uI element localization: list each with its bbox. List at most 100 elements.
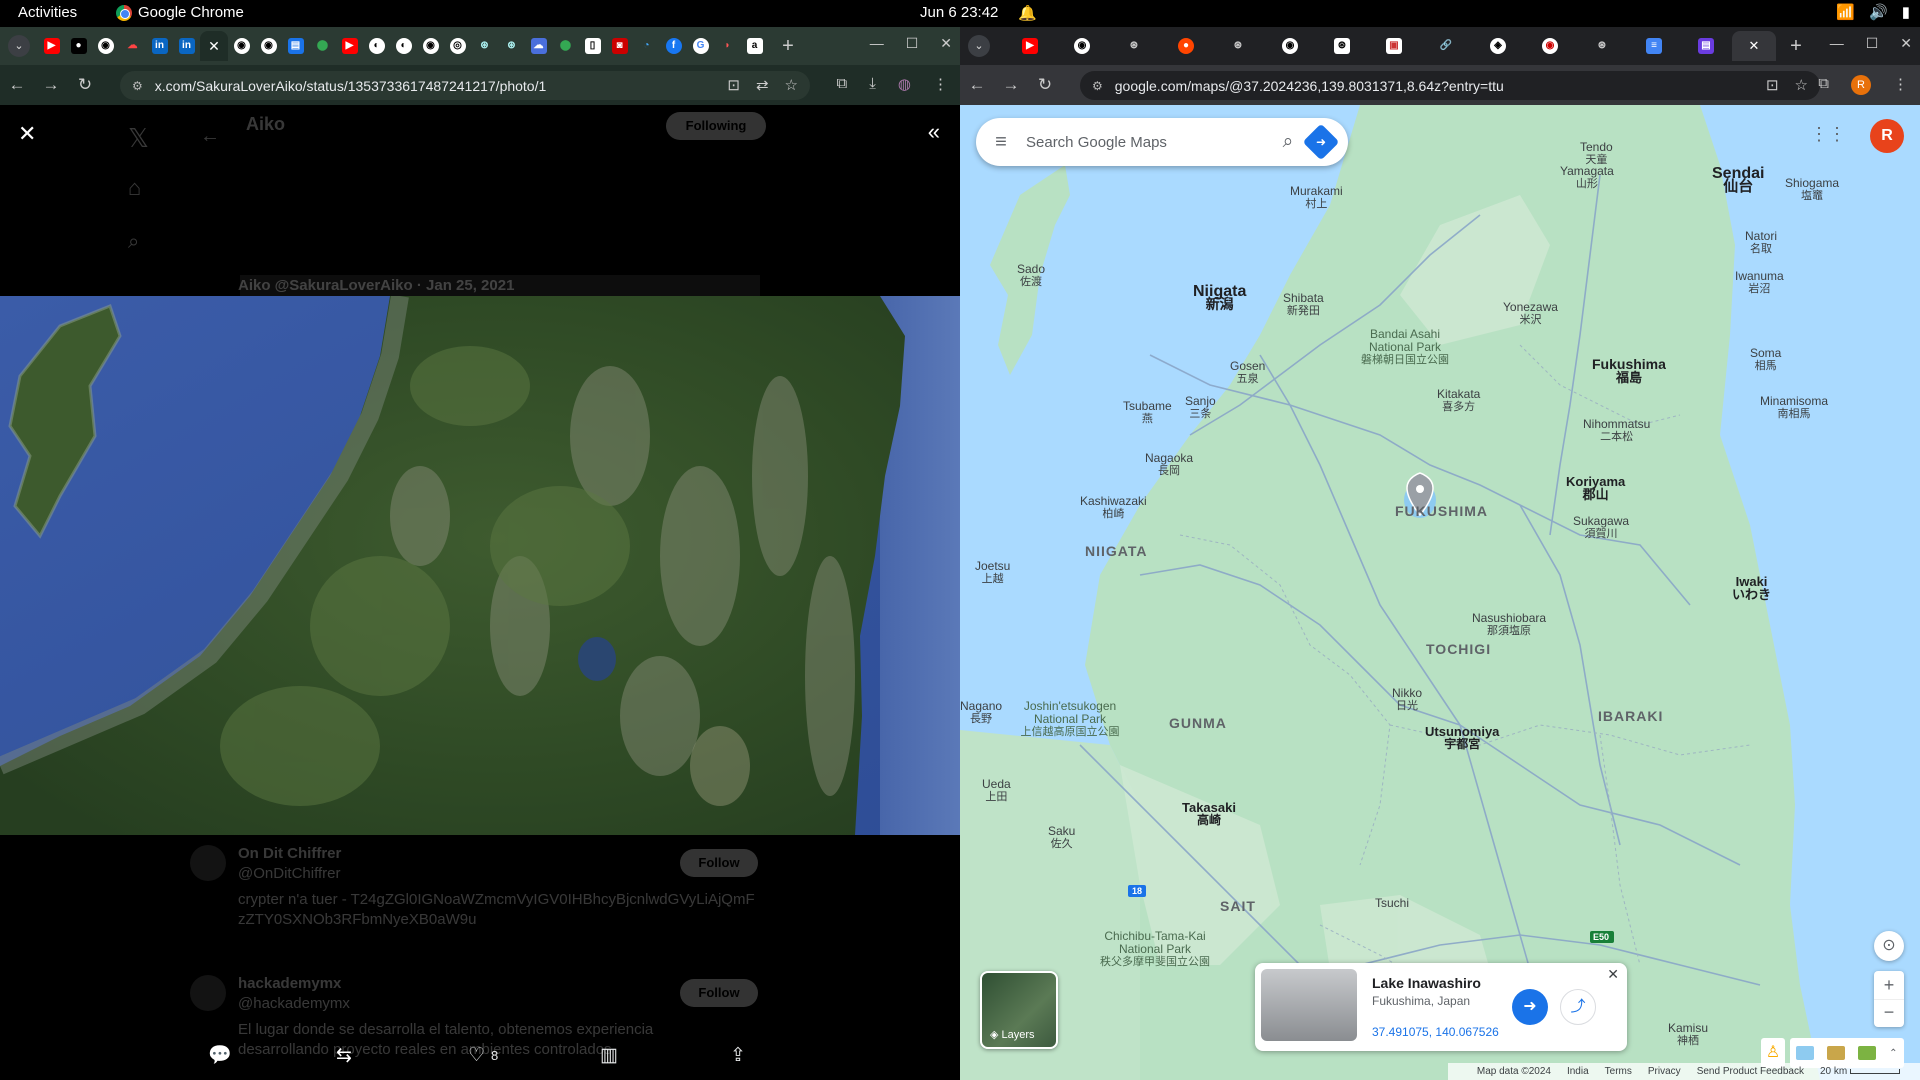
tab-maps-2[interactable]: ⬤ — [552, 31, 579, 61]
tab-github-4[interactable]: ◉ — [417, 31, 444, 61]
tab-openai-3[interactable]: ⊛ — [1316, 31, 1368, 61]
share-icon[interactable]: ⇪ — [730, 1044, 746, 1067]
back-icon[interactable]: ← — [960, 75, 994, 95]
address-bar[interactable]: ⚙ x.com/SakuraLoverAiko/status/135373361… — [120, 71, 810, 100]
notification-bell-icon[interactable]: 🔔 — [1018, 4, 1037, 22]
tab-globe[interactable]: ◎ — [444, 31, 471, 61]
close-window-icon[interactable]: ✕ — [940, 35, 952, 52]
close-card-icon[interactable]: ✕ — [1607, 966, 1619, 983]
tab-github[interactable]: ◉ — [1056, 31, 1108, 61]
footer-region-link[interactable]: India — [1567, 1066, 1589, 1077]
reload-icon[interactable]: ↻ — [1028, 75, 1062, 95]
clock[interactable]: Jun 6 23:42 — [920, 4, 998, 21]
tab-youtube-2[interactable]: ▶ — [336, 31, 363, 61]
profile-avatar[interactable]: R — [1851, 75, 1871, 95]
tab-linkedin-2[interactable]: in — [173, 31, 200, 61]
reply-icon[interactable]: 💬 — [208, 1043, 232, 1067]
scale-bar[interactable]: 20 km — [1820, 1066, 1900, 1077]
share-button[interactable]: ⤴ — [1560, 989, 1596, 1025]
footer-feedback-link[interactable]: Send Product Feedback — [1697, 1066, 1804, 1077]
bookmark-star-icon[interactable]: ☆ — [1795, 76, 1808, 94]
activities-button[interactable]: Activities — [18, 4, 77, 21]
minimize-icon[interactable]: — — [1830, 35, 1844, 52]
site-info-icon[interactable]: ⚙ — [1092, 79, 1103, 93]
profile-icon[interactable]: ◍ — [898, 75, 911, 93]
tab-openai-4[interactable]: ⊛ — [1576, 31, 1628, 61]
tab-openai-2[interactable]: ⊛ — [1212, 31, 1264, 61]
tab-facebook[interactable]: f — [660, 31, 687, 61]
install-app-icon[interactable]: ⊡ — [1766, 76, 1779, 94]
site-info-icon[interactable]: ⚙ — [132, 79, 143, 93]
app-menu[interactable]: Google Chrome — [116, 4, 244, 21]
chrome-menu-icon[interactable]: ⋮ — [933, 75, 948, 93]
tab-openai[interactable]: ⊛ — [471, 31, 498, 61]
install-app-icon[interactable]: ⊡ — [727, 76, 740, 94]
tab-link[interactable]: 🔗 — [1420, 31, 1472, 61]
maximize-icon[interactable]: ☐ — [1866, 35, 1879, 52]
tab-app[interactable]: ☁ — [525, 31, 552, 61]
tab-app[interactable]: ▣ — [1368, 31, 1420, 61]
transit-chip-icon[interactable] — [1796, 1046, 1815, 1060]
system-tray[interactable]: 📶 🔊 ▮ — [1836, 3, 1910, 21]
tab-github-3[interactable]: ◉ — [255, 31, 282, 61]
tab-shield[interactable]: ◈ — [1472, 31, 1524, 61]
google-apps-icon[interactable]: ⋮⋮ — [1810, 124, 1846, 145]
new-tab-button[interactable]: + — [776, 35, 800, 58]
tab-app-4[interactable]: ◗ — [714, 31, 741, 61]
forward-icon[interactable]: → — [994, 75, 1028, 95]
traffic-chip-icon[interactable] — [1827, 1046, 1846, 1060]
maps-search-box[interactable]: ≡ Search Google Maps ⌕ ➜ — [976, 118, 1348, 166]
place-info-card[interactable]: Lake Inawashiro Fukushima, Japan 37.4910… — [1255, 963, 1627, 1051]
tab-medium-2[interactable]: ◐ — [363, 31, 390, 61]
account-avatar[interactable]: R — [1870, 119, 1904, 153]
tab-github[interactable]: ◉ — [92, 31, 119, 61]
bookmark-star-icon[interactable]: ☆ — [785, 76, 798, 94]
chrome-menu-icon[interactable]: ⋮ — [1893, 75, 1908, 95]
translate-icon[interactable]: ⇄ — [756, 76, 769, 94]
tab-google[interactable]: G — [687, 31, 714, 61]
tab-search-button[interactable]: ⌄ — [8, 35, 30, 57]
zoom-out-button[interactable]: − — [1874, 999, 1904, 1027]
like-button[interactable]: ♡ 8 — [468, 1044, 498, 1067]
tab-medium[interactable]: ● — [65, 31, 92, 61]
layers-button[interactable]: ◈ Layers — [980, 971, 1058, 1049]
tab-docs[interactable]: ▯ — [579, 31, 606, 61]
tab-app-3[interactable]: ◔ — [633, 31, 660, 61]
close-tab-icon[interactable]: ✕ — [1749, 38, 1760, 54]
tab-app-5[interactable]: a — [741, 31, 768, 61]
extensions-icon[interactable]: ⧉ — [1818, 75, 1829, 95]
zoom-in-button[interactable]: + — [1874, 971, 1904, 999]
expand-chips-icon[interactable]: ⌃ — [1889, 1048, 1897, 1059]
directions-icon[interactable]: ➜ — [1302, 123, 1340, 161]
tab-medium-3[interactable]: ◐ — [390, 31, 417, 61]
footer-privacy-link[interactable]: Privacy — [1648, 1066, 1681, 1077]
tab-active-x[interactable]: ✕ — [200, 31, 228, 61]
tab-linkedin[interactable]: in — [146, 31, 173, 61]
close-tab-icon[interactable]: ✕ — [208, 38, 220, 55]
close-window-icon[interactable]: ✕ — [1900, 35, 1912, 52]
hamburger-menu-icon[interactable]: ≡ — [976, 131, 1026, 154]
collapse-sidebar-icon[interactable]: « — [928, 119, 940, 145]
tab-openai[interactable]: ⊛ — [1108, 31, 1160, 61]
google-map[interactable]: 18 E50 Murakami 村上 Tendo 天童 Yamagata 山形 Sen… — [960, 105, 1920, 1080]
place-title[interactable]: Lake Inawashiro — [1372, 975, 1481, 991]
tab-docs[interactable]: ≡ — [1628, 31, 1680, 61]
my-location-button[interactable]: ⊙ — [1874, 931, 1904, 961]
maximize-icon[interactable]: ☐ — [906, 35, 919, 52]
close-photo-icon[interactable]: ✕ — [18, 121, 36, 147]
place-coordinates[interactable]: 37.491075, 140.067526 — [1372, 1025, 1499, 1039]
address-bar[interactable]: ⚙ google.com/maps/@37.2024236,139.803137… — [1080, 71, 1820, 100]
tab-youtube[interactable]: ▶ — [1004, 31, 1056, 61]
retweet-icon[interactable]: ⇆ — [336, 1044, 352, 1067]
new-tab-button[interactable]: + — [1784, 35, 1808, 58]
views-icon[interactable]: ▥ — [600, 1044, 618, 1067]
tab-search-button[interactable]: ⌄ — [968, 35, 990, 57]
download-icon[interactable]: ⤓ — [869, 75, 876, 93]
tab-cloud[interactable]: ☁ — [119, 31, 146, 61]
tab-github-2[interactable]: ◉ — [228, 31, 255, 61]
tab-app-2[interactable]: ◙ — [606, 31, 633, 61]
tab-maps[interactable]: ⬤ — [309, 31, 336, 61]
search-input[interactable]: Search Google Maps — [1026, 134, 1268, 151]
place-thumbnail[interactable] — [1261, 969, 1357, 1041]
tab-reddit[interactable]: ● — [1160, 31, 1212, 61]
